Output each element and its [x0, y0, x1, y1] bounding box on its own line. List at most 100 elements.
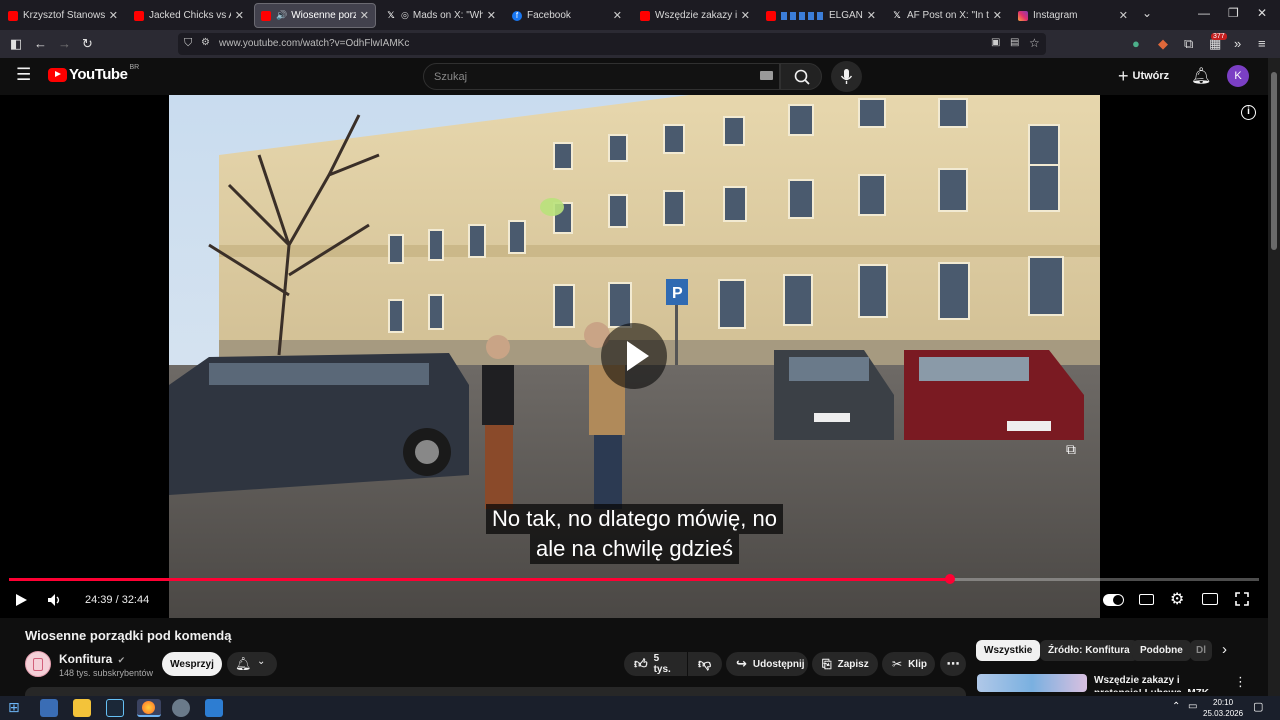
like-button[interactable]: 👍︎ 5 tys.	[624, 652, 687, 676]
tab-title: AF Post on X: "In the first	[907, 10, 989, 21]
chip-partial[interactable]: Dl	[1190, 640, 1212, 661]
channel-avatar[interactable]	[25, 651, 51, 677]
browser-tab[interactable]: 𝕏 ◎ Mads on X: "When th ✕	[380, 3, 502, 28]
extensions-puzzle-icon[interactable]: ⧉	[1184, 36, 1193, 52]
subtitles-cc-icon[interactable]	[1139, 594, 1154, 605]
info-icon[interactable]: i	[1241, 105, 1256, 120]
youtube-logo[interactable]: YouTube BR	[48, 64, 139, 83]
url-bar[interactable]: ⛉ ⚙ www.youtube.com/watch?v=OdhFlwIAMKc …	[178, 33, 1046, 55]
close-tab-icon[interactable]: ✕	[741, 9, 750, 22]
close-tab-icon[interactable]: ✕	[993, 9, 1002, 22]
tray-chevron-up-icon[interactable]: ⌃	[1172, 701, 1180, 712]
recommendation-thumbnail[interactable]	[977, 674, 1087, 692]
close-window-icon[interactable]: ✕	[1257, 6, 1267, 20]
close-tab-icon[interactable]: ✕	[487, 9, 496, 22]
play-icon	[627, 341, 649, 371]
theater-mode-icon[interactable]	[1202, 593, 1218, 605]
close-tab-icon[interactable]: ✕	[613, 9, 622, 22]
play-icon[interactable]	[14, 593, 28, 607]
center-play-button[interactable]	[601, 323, 667, 389]
volume-icon[interactable]	[47, 593, 63, 607]
channel-name-text[interactable]: Konfitura	[59, 652, 112, 666]
video-frame[interactable]: P No tak, no dlatego mówię, no ale na ch…	[169, 95, 1100, 618]
dislike-button[interactable]: 👎︎	[688, 652, 722, 676]
video-player[interactable]: P No tak, no dlatego mówię, no ale na ch…	[0, 95, 1268, 618]
notification-bell-dropdown[interactable]: 🔔︎ ⌄	[227, 652, 277, 676]
shield-icon[interactable]: ⛉	[184, 37, 192, 50]
more-actions-button[interactable]: ⋯	[940, 652, 966, 676]
network-icon[interactable]: ▭	[1188, 701, 1197, 712]
chip-related[interactable]: Podobne	[1132, 640, 1191, 661]
browser-tab[interactable]: ELGANC ✕	[760, 3, 882, 28]
notifications-bell-icon[interactable]: 🔔︎	[1191, 66, 1211, 86]
browser-tab[interactable]: Instagram ✕	[1012, 3, 1134, 28]
sidebar-toggle-icon[interactable]: ◧	[10, 36, 22, 52]
restore-window-icon[interactable]: ❐	[1228, 6, 1239, 20]
browser-tab[interactable]: f Facebook ✕	[506, 3, 628, 28]
page-scrollbar[interactable]	[1268, 58, 1280, 696]
fullscreen-icon[interactable]	[1235, 592, 1249, 606]
minimize-window-icon[interactable]: —	[1198, 6, 1210, 20]
url-text[interactable]: www.youtube.com/watch?v=OdhFlwIAMKc	[219, 38, 409, 49]
chip-all[interactable]: Wszystkie	[976, 640, 1041, 661]
description-box[interactable]	[25, 687, 966, 696]
notification-center-icon[interactable]: ▢	[1253, 700, 1263, 713]
recommendation-title[interactable]: Wszędzie zakazy i pretensje! Lubawa, MZK…	[1094, 674, 1224, 692]
clip-button[interactable]: ✂ Klip	[882, 652, 935, 676]
save-button[interactable]: ⎘ Zapisz	[812, 652, 878, 676]
more-vertical-icon[interactable]: ⋮	[1234, 674, 1247, 690]
chip-from-channel[interactable]: Źródło: Konfitura	[1040, 640, 1138, 661]
browser-tab[interactable]: 𝕏 AF Post on X: "In the first ✕	[886, 3, 1008, 28]
close-tab-icon[interactable]: ✕	[235, 9, 244, 22]
browser-tab[interactable]: Jacked Chicks vs Average ✕	[128, 3, 250, 28]
close-tab-icon[interactable]: ✕	[867, 9, 876, 22]
page-settings-icon[interactable]: ⚙	[201, 37, 210, 48]
voice-search-button[interactable]	[831, 61, 862, 92]
tab-list-chevron-icon[interactable]: ⌄	[1142, 6, 1152, 20]
search-input[interactable]: Szukaj	[423, 63, 780, 90]
browser-tab-active[interactable]: 🔊 Wiosenne porządki p ✕	[254, 3, 376, 28]
vpn-extension-icon[interactable]: ●	[1132, 36, 1140, 51]
app-icon[interactable]	[40, 699, 58, 717]
back-icon[interactable]: ←	[34, 36, 47, 51]
browser-tab-strip: Krzysztof Stanowski. W j ✕ Jacked Chicks…	[0, 0, 1280, 30]
steam-icon[interactable]	[106, 699, 124, 717]
firefox-taskbar-icon[interactable]	[137, 699, 161, 717]
close-tab-icon[interactable]: ✕	[109, 9, 118, 22]
system-clock[interactable]: 20:10 25.03.2026	[1203, 697, 1243, 719]
file-explorer-icon[interactable]	[73, 699, 91, 717]
close-tab-icon[interactable]: ✕	[1119, 9, 1128, 22]
progress-bar[interactable]	[9, 574, 1259, 584]
speaker-icon[interactable]: 🔊	[276, 10, 287, 21]
account-avatar[interactable]: K	[1227, 65, 1249, 87]
join-button[interactable]: Wesprzyj	[162, 652, 222, 676]
picture-in-picture-icon[interactable]: ▣	[991, 37, 1000, 48]
reload-icon[interactable]: ↻	[82, 36, 93, 52]
windows-start-icon[interactable]: ⊞	[8, 699, 26, 717]
fullscreen-corner-icon[interactable]: ⧉	[1066, 441, 1076, 458]
channel-name[interactable]: Konfitura ✔	[59, 652, 125, 666]
app-icon[interactable]	[172, 699, 190, 717]
create-button[interactable]: + Utwórz	[1118, 66, 1169, 86]
speaker-icon[interactable]: ◎	[401, 10, 409, 21]
browser-tab[interactable]: Krzysztof Stanowski. W j ✕	[2, 3, 124, 28]
share-button[interactable]: ↪ Udostępnij	[726, 652, 808, 676]
close-tab-icon[interactable]: ✕	[360, 9, 369, 22]
settings-gear-icon[interactable]: ⚙	[1170, 589, 1184, 609]
share-label: Udostępnij	[752, 658, 805, 670]
hamburger-menu-icon[interactable]: ☰	[16, 65, 31, 85]
browser-tab[interactable]: Wszędzie zakazy i preten ✕	[634, 3, 756, 28]
autoplay-toggle[interactable]	[1103, 594, 1124, 606]
search-button[interactable]	[780, 63, 822, 90]
chevron-right-icon[interactable]: ›	[1222, 641, 1227, 658]
extension-badge-count: 377	[1211, 33, 1227, 40]
reader-view-icon[interactable]: ▤	[1010, 37, 1019, 48]
keyboard-icon[interactable]	[760, 71, 773, 80]
forward-icon[interactable]: →	[58, 36, 71, 51]
ublock-extension-icon[interactable]: ◆	[1158, 36, 1168, 52]
bookmark-star-icon[interactable]: ☆	[1029, 36, 1040, 50]
app-menu-icon[interactable]: ≡	[1258, 36, 1266, 51]
overflow-chevrons-icon[interactable]: »	[1234, 36, 1241, 51]
scrollbar-thumb[interactable]	[1271, 72, 1277, 250]
calculator-icon[interactable]	[205, 699, 223, 717]
